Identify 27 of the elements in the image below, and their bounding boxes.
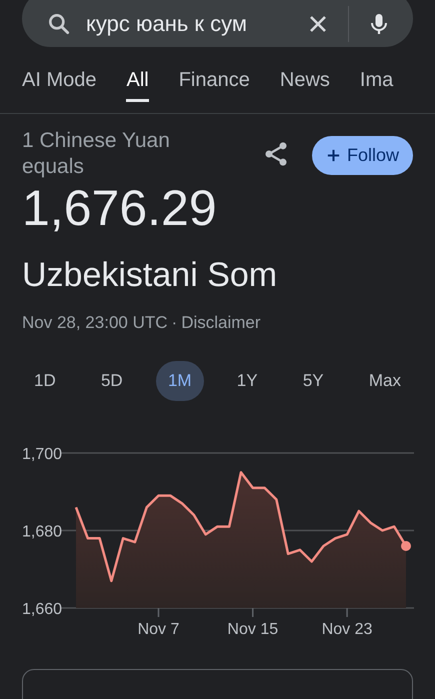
search-field[interactable]: курс юань к сум: [86, 10, 292, 36]
disclaimer-link[interactable]: Disclaimer: [181, 312, 261, 332]
range-tab[interactable]: 5D: [88, 360, 135, 400]
tab[interactable]: Finance: [178, 58, 250, 102]
separator-dot: ·: [172, 312, 178, 332]
last-point-marker: [401, 540, 411, 550]
range-tab[interactable]: 5Y: [290, 360, 336, 400]
follow-button[interactable]: Follow: [312, 136, 413, 175]
tab[interactable]: All: [126, 58, 149, 102]
target-currency: Uzbekistani Som: [21, 254, 278, 294]
range-tab[interactable]: Max: [356, 360, 413, 400]
tab[interactable]: News: [280, 58, 330, 102]
converted-amount: 1,676.29: [22, 180, 218, 236]
range-tab[interactable]: 1D: [22, 360, 68, 400]
x-tick-label: Nov 15: [227, 620, 278, 638]
y-tick-label: 1,700: [22, 446, 62, 462]
plus-icon: [326, 148, 341, 163]
range-tab[interactable]: 1Y: [224, 360, 270, 400]
timestamp: Nov 28, 23:00 UTC: [22, 312, 168, 332]
source-currency: 1 Chinese Yuan equals: [22, 128, 171, 180]
range-tab[interactable]: 1M: [156, 360, 204, 400]
y-tick-label: 1,680: [22, 523, 62, 540]
tab[interactable]: AI Mode: [22, 58, 96, 102]
tab[interactable]: Ima: [360, 58, 394, 102]
x-tick-label: Nov 23: [322, 620, 372, 638]
y-tick-label: 1,660: [22, 600, 62, 618]
x-tick-label: Nov 7: [138, 620, 180, 638]
